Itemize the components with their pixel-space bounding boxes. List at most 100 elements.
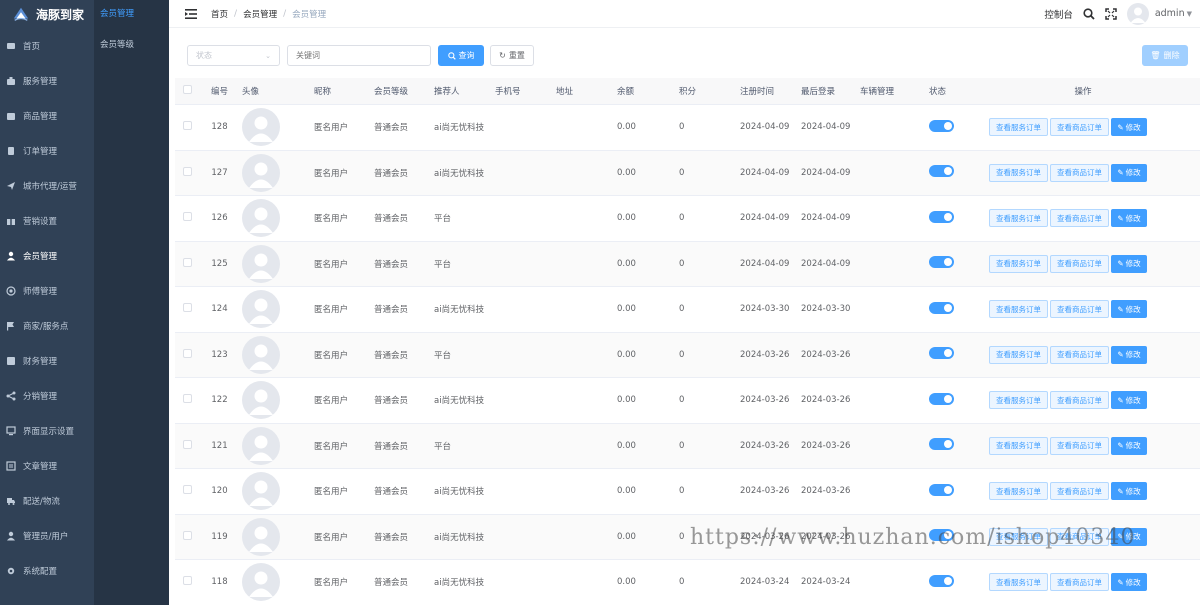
row-checkbox[interactable] bbox=[183, 257, 192, 267]
edit-button[interactable]: ✎ 修改 bbox=[1111, 163, 1147, 182]
hamburger-icon[interactable] bbox=[185, 8, 197, 19]
edit-button[interactable]: ✎ 修改 bbox=[1111, 573, 1147, 592]
select-all-checkbox[interactable] bbox=[183, 85, 192, 94]
sidebar-item[interactable]: 文章管理 bbox=[0, 448, 94, 483]
row-checkbox[interactable] bbox=[183, 348, 192, 358]
row-checkbox[interactable] bbox=[183, 439, 192, 449]
sidebar-item[interactable]: 服务管理 bbox=[0, 63, 94, 98]
row-checkbox[interactable] bbox=[183, 530, 192, 540]
avatar bbox=[242, 426, 280, 465]
view-goods-orders-button[interactable]: 查看商品订单 bbox=[1050, 209, 1109, 228]
sidebar-item[interactable]: 系统配置 bbox=[0, 553, 94, 588]
edit-button[interactable]: ✎ 修改 bbox=[1111, 254, 1147, 273]
user-avatar[interactable] bbox=[1126, 2, 1149, 25]
status-toggle[interactable] bbox=[929, 256, 954, 269]
sidebar-item[interactable]: 营销设置 bbox=[0, 203, 94, 238]
view-goods-orders-button[interactable]: 查看商品订单 bbox=[1050, 482, 1109, 501]
submenu-item[interactable]: 会员等级 bbox=[94, 31, 169, 62]
row-checkbox[interactable] bbox=[183, 121, 192, 131]
view-service-orders-button[interactable]: 查看服务订单 bbox=[989, 254, 1048, 273]
search-icon[interactable] bbox=[1083, 7, 1095, 20]
status-toggle[interactable] bbox=[929, 438, 954, 451]
reset-button[interactable]: ↻ 重置 bbox=[490, 45, 534, 66]
breadcrumb-section[interactable]: 会员管理 bbox=[243, 8, 277, 20]
cell-last-login: 2024-03-26 15 bbox=[801, 395, 850, 406]
status-toggle[interactable] bbox=[929, 574, 954, 587]
keyword-input[interactable] bbox=[287, 45, 431, 66]
fullscreen-icon[interactable] bbox=[1105, 7, 1117, 20]
cell-last-login: 2024-04-09 13 bbox=[801, 258, 850, 269]
edit-button[interactable]: ✎ 修改 bbox=[1111, 527, 1147, 546]
view-service-orders-button[interactable]: 查看服务订单 bbox=[989, 300, 1048, 319]
search-button[interactable]: 查询 bbox=[438, 45, 484, 66]
sidebar-item[interactable]: 商家/服务点 bbox=[0, 308, 94, 343]
view-goods-orders-button[interactable]: 查看商品订单 bbox=[1050, 254, 1109, 273]
status-toggle[interactable] bbox=[929, 529, 954, 542]
sidebar-item[interactable]: 财务管理 bbox=[0, 343, 94, 378]
view-goods-orders-button[interactable]: 查看商品订单 bbox=[1050, 436, 1109, 455]
view-service-orders-button[interactable]: 查看服务订单 bbox=[989, 573, 1048, 592]
sidebar-item[interactable]: 首页 bbox=[0, 28, 94, 63]
edit-button[interactable]: ✎ 修改 bbox=[1111, 300, 1147, 319]
sidebar-item-label: 师傅管理 bbox=[23, 286, 58, 297]
console-link[interactable]: 控制台 bbox=[1044, 7, 1073, 21]
row-checkbox[interactable] bbox=[183, 576, 192, 586]
sidebar-item[interactable]: 商品管理 bbox=[0, 98, 94, 133]
sidebar-item[interactable]: 师傅管理 bbox=[0, 273, 94, 308]
delete-button[interactable]: 🗑 删除 bbox=[1142, 45, 1188, 66]
row-checkbox[interactable] bbox=[183, 394, 192, 404]
edit-button[interactable]: ✎ 修改 bbox=[1111, 482, 1147, 501]
cell-register-time: 2024-03-30 11 bbox=[740, 304, 789, 315]
view-service-orders-button[interactable]: 查看服务订单 bbox=[989, 345, 1048, 364]
status-toggle[interactable] bbox=[929, 165, 954, 178]
breadcrumb-home[interactable]: 首页 bbox=[211, 8, 228, 20]
sidebar-item[interactable]: 配送/物流 bbox=[0, 483, 94, 518]
sidebar-item[interactable]: 会员管理 bbox=[0, 238, 94, 273]
cell-nickname: 匿名用户 bbox=[314, 168, 349, 179]
status-toggle[interactable] bbox=[929, 301, 954, 314]
view-goods-orders-button[interactable]: 查看商品订单 bbox=[1050, 118, 1109, 137]
edit-button[interactable]: ✎ 修改 bbox=[1111, 391, 1147, 410]
status-toggle[interactable] bbox=[929, 483, 954, 496]
status-select[interactable]: 状态 ⌄ bbox=[187, 45, 280, 66]
status-toggle[interactable] bbox=[929, 347, 954, 360]
view-service-orders-button[interactable]: 查看服务订单 bbox=[989, 118, 1048, 137]
gift-icon bbox=[7, 216, 15, 225]
view-service-orders-button[interactable]: 查看服务订单 bbox=[989, 391, 1048, 410]
view-goods-orders-button[interactable]: 查看商品订单 bbox=[1050, 163, 1109, 182]
sidebar-item[interactable]: 分销管理 bbox=[0, 378, 94, 413]
view-service-orders-button[interactable]: 查看服务订单 bbox=[989, 482, 1048, 501]
status-toggle[interactable] bbox=[929, 392, 954, 405]
row-checkbox[interactable] bbox=[183, 303, 192, 313]
table-row: 122 匿名用户 普通会员 ai尚无忧科技 0.00 0 2024-03-26 … bbox=[175, 378, 1200, 424]
edit-button[interactable]: ✎ 修改 bbox=[1111, 436, 1147, 455]
username-label[interactable]: admin bbox=[1155, 8, 1185, 19]
submenu-item[interactable]: 会员管理 bbox=[94, 0, 169, 31]
app-logo[interactable]: 海豚到家 bbox=[0, 0, 94, 28]
chevron-down-icon[interactable]: ▼ bbox=[1187, 10, 1192, 18]
edit-button[interactable]: ✎ 修改 bbox=[1111, 118, 1147, 137]
cell-id: 121 bbox=[211, 440, 228, 451]
view-service-orders-button[interactable]: 查看服务订单 bbox=[989, 527, 1048, 546]
view-goods-orders-button[interactable]: 查看商品订单 bbox=[1050, 300, 1109, 319]
view-goods-orders-button[interactable]: 查看商品订单 bbox=[1050, 391, 1109, 410]
sidebar-item[interactable]: 管理员/用户 bbox=[0, 518, 94, 553]
edit-button[interactable]: ✎ 修改 bbox=[1111, 345, 1147, 364]
row-checkbox[interactable] bbox=[183, 166, 192, 176]
edit-button[interactable]: ✎ 修改 bbox=[1111, 209, 1147, 228]
view-goods-orders-button[interactable]: 查看商品订单 bbox=[1050, 527, 1109, 546]
cell-points: 0 bbox=[679, 395, 685, 406]
row-checkbox[interactable] bbox=[183, 485, 192, 495]
sidebar-item[interactable]: 城市代理/运营 bbox=[0, 168, 94, 203]
view-service-orders-button[interactable]: 查看服务订单 bbox=[989, 209, 1048, 228]
view-goods-orders-button[interactable]: 查看商品订单 bbox=[1050, 573, 1109, 592]
sidebar-item[interactable]: 订单管理 bbox=[0, 133, 94, 168]
status-toggle[interactable] bbox=[929, 119, 954, 132]
view-goods-orders-button[interactable]: 查看商品订单 bbox=[1050, 345, 1109, 364]
row-checkbox[interactable] bbox=[183, 212, 192, 222]
status-toggle[interactable] bbox=[929, 210, 954, 223]
view-service-orders-button[interactable]: 查看服务订单 bbox=[989, 163, 1048, 182]
sidebar-item[interactable]: 界面显示设置 bbox=[0, 413, 94, 448]
view-service-orders-button[interactable]: 查看服务订单 bbox=[989, 436, 1048, 455]
cell-id: 125 bbox=[211, 258, 228, 269]
